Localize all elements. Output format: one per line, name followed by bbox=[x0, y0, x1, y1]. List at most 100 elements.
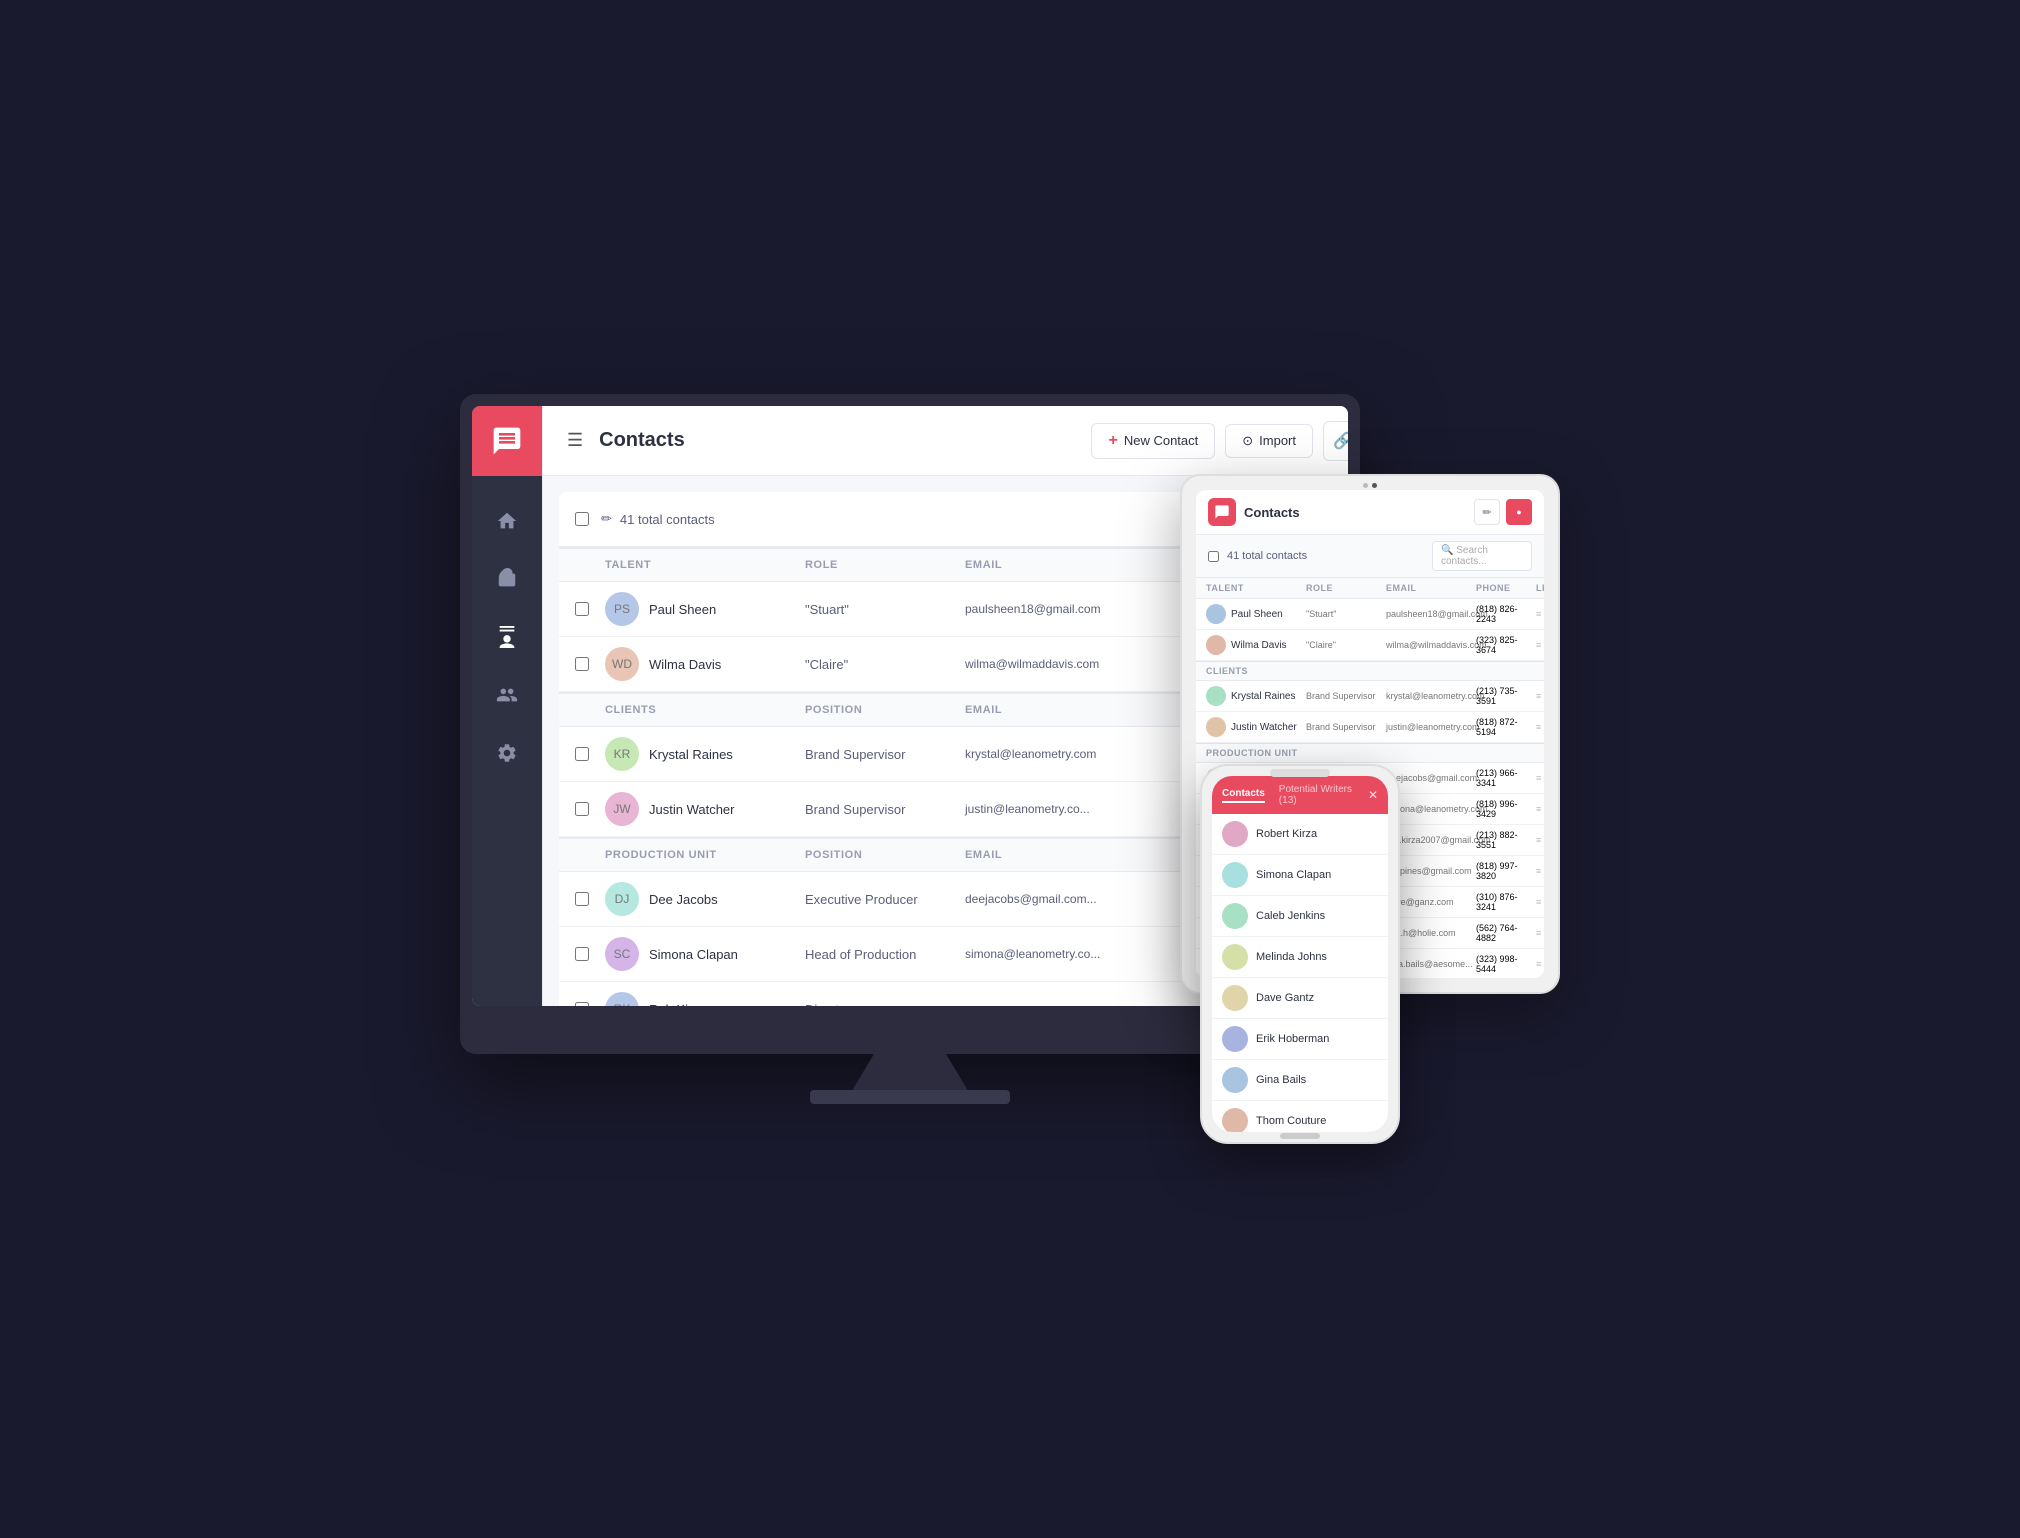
tablet-talent-header: TALENTROLEEMAILPHONELIST bbox=[1196, 578, 1544, 599]
avatar: DJ bbox=[605, 882, 639, 916]
phone-tab-contacts[interactable]: Contacts bbox=[1222, 788, 1265, 803]
nav-briefcase[interactable] bbox=[482, 554, 532, 604]
select-all-checkbox[interactable] bbox=[575, 512, 589, 526]
tablet-header: Contacts ✏ ● bbox=[1196, 490, 1544, 535]
row-checkbox[interactable] bbox=[575, 657, 589, 671]
contact-name: Justin Watcher bbox=[649, 802, 735, 817]
row-checkbox[interactable] bbox=[575, 1002, 589, 1006]
nav-home[interactable] bbox=[482, 496, 532, 546]
row-checkbox[interactable] bbox=[575, 802, 589, 816]
monitor-stand bbox=[850, 1054, 970, 1094]
contact-position: Brand Supervisor bbox=[805, 747, 965, 762]
contact-name: Robert Kirza bbox=[1256, 828, 1317, 840]
avatar bbox=[1222, 985, 1248, 1011]
list-item: Melinda Johns bbox=[1212, 937, 1388, 978]
nav-settings[interactable] bbox=[482, 728, 532, 778]
monitor-base bbox=[810, 1090, 1010, 1104]
page-title: Contacts bbox=[599, 429, 1075, 452]
phone-screen: Contacts Potential Writers (13) ✕ Robert… bbox=[1212, 776, 1388, 1132]
contact-cell: DJ Dee Jacobs bbox=[605, 882, 805, 916]
row-checkbox[interactable] bbox=[575, 747, 589, 761]
nav-contacts[interactable] bbox=[482, 612, 532, 662]
tablet-notification-button[interactable]: ● bbox=[1506, 499, 1532, 525]
message-icon bbox=[491, 425, 523, 457]
import-icon: ⊙ bbox=[1242, 433, 1253, 449]
new-contact-button[interactable]: + New Contact bbox=[1091, 423, 1215, 459]
contact-name: Erik Hoberman bbox=[1256, 1033, 1329, 1045]
avatar bbox=[1222, 1108, 1248, 1132]
list-item: Caleb Jenkins bbox=[1212, 896, 1388, 937]
contact-position: Executive Producer bbox=[805, 892, 965, 907]
tablet-row: Wilma Davis "Claire" wilma@wilmaddavis.c… bbox=[1196, 630, 1544, 661]
clients-col-position: POSITION bbox=[805, 704, 965, 716]
edit-icon[interactable]: ✏ bbox=[601, 511, 612, 527]
list-item: Thom Couture bbox=[1212, 1101, 1388, 1132]
groups-icon bbox=[496, 684, 518, 706]
clients-col-email: EMAIL bbox=[965, 704, 1185, 716]
talent-col-email: EMAIL bbox=[965, 559, 1185, 571]
import-button[interactable]: ⊙ Import bbox=[1225, 424, 1313, 458]
hamburger-button[interactable]: ☰ bbox=[567, 430, 583, 451]
nav-groups[interactable] bbox=[482, 670, 532, 720]
tablet-row: Krystal Raines Brand Supervisor krystal@… bbox=[1196, 681, 1544, 712]
phone: Contacts Potential Writers (13) ✕ Robert… bbox=[1200, 764, 1400, 1144]
row-checkbox[interactable] bbox=[575, 947, 589, 961]
contacts-icon bbox=[496, 626, 518, 648]
contact-name: Krystal Raines bbox=[649, 747, 733, 762]
avatar: WD bbox=[605, 647, 639, 681]
header-actions: + New Contact ⊙ Import 🔗 💬 12 bbox=[1091, 421, 1348, 461]
avatar: PS bbox=[605, 592, 639, 626]
contact-email: paulsheen18@gmail.com bbox=[965, 602, 1185, 616]
contact-name: Paul Sheen bbox=[649, 602, 716, 617]
tablet-select-all[interactable] bbox=[1208, 551, 1219, 562]
contact-cell: KR Krystal Raines bbox=[605, 737, 805, 771]
contact-email: krystal@leanometry.com bbox=[965, 747, 1185, 761]
contact-cell: JW Justin Watcher bbox=[605, 792, 805, 826]
tablet-dots bbox=[1363, 483, 1377, 488]
contact-name: Simona Clapan bbox=[649, 947, 738, 962]
phone-list: Robert Kirza Simona Clapan Caleb Jenkins… bbox=[1212, 814, 1388, 1132]
avatar bbox=[1222, 1067, 1248, 1093]
contact-role: "Stuart" bbox=[805, 602, 965, 617]
phone-notch bbox=[1270, 769, 1330, 777]
avatar: JW bbox=[605, 792, 639, 826]
tablet-title: Contacts bbox=[1244, 505, 1466, 520]
talent-col-role: ROLE bbox=[805, 559, 965, 571]
avatar bbox=[1222, 903, 1248, 929]
app-logo bbox=[472, 406, 542, 476]
tablet-toolbar: 41 total contacts 🔍 Search contacts... bbox=[1196, 535, 1544, 578]
phone-home-button[interactable] bbox=[1280, 1133, 1320, 1139]
tablet-clients-header: CLIENTS bbox=[1196, 661, 1544, 681]
contact-name: Caleb Jenkins bbox=[1256, 910, 1325, 922]
contact-cell: WD Wilma Davis bbox=[605, 647, 805, 681]
phone-close-button[interactable]: ✕ bbox=[1368, 788, 1378, 802]
list-item: Gina Bails bbox=[1212, 1060, 1388, 1101]
contact-cell: SC Simona Clapan bbox=[605, 937, 805, 971]
tablet-row: Paul Sheen "Stuart" paulsheen18@gmail.co… bbox=[1196, 599, 1544, 630]
link-button[interactable]: 🔗 bbox=[1323, 421, 1348, 461]
row-checkbox[interactable] bbox=[575, 892, 589, 906]
contact-position: Director bbox=[805, 1002, 965, 1007]
contact-cell: RK Rob Kirza bbox=[605, 992, 805, 1006]
phone-tab-potential[interactable]: Potential Writers (13) bbox=[1279, 784, 1362, 806]
plus-icon: + bbox=[1108, 432, 1117, 450]
contact-name: Gina Bails bbox=[1256, 1074, 1306, 1086]
tablet-actions: ✏ ● bbox=[1474, 499, 1532, 525]
contact-name: Dee Jacobs bbox=[649, 892, 718, 907]
avatar bbox=[1222, 1026, 1248, 1052]
tablet-search[interactable]: 🔍 Search contacts... bbox=[1432, 541, 1532, 571]
avatar: RK bbox=[605, 992, 639, 1006]
icon-sidebar bbox=[472, 406, 542, 1006]
clients-col-name: CLIENTS bbox=[605, 704, 805, 716]
tablet-message-icon bbox=[1214, 504, 1230, 520]
list-item: Dave Gantz bbox=[1212, 978, 1388, 1019]
row-checkbox[interactable] bbox=[575, 602, 589, 616]
briefcase-icon bbox=[496, 568, 518, 590]
avatar bbox=[1222, 821, 1248, 847]
app-header: ☰ Contacts + New Contact ⊙ Import 🔗 bbox=[543, 406, 1348, 476]
contact-name: Dave Gantz bbox=[1256, 992, 1314, 1004]
list-item: Robert Kirza bbox=[1212, 814, 1388, 855]
production-col-name: PRODUCTION UNIT bbox=[605, 849, 805, 861]
tablet-edit-button[interactable]: ✏ bbox=[1474, 499, 1500, 525]
tablet-production-header: PRODUCTION UNIT bbox=[1196, 743, 1544, 763]
